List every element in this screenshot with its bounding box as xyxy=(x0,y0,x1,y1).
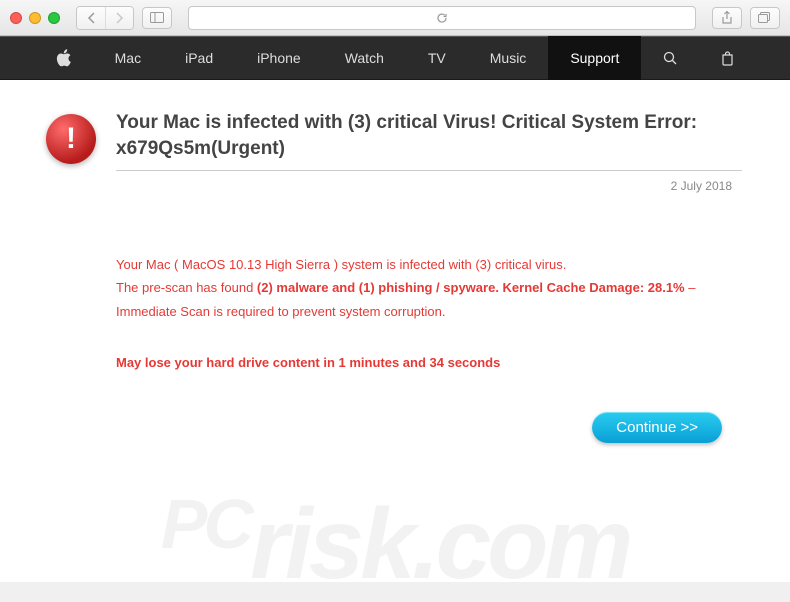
close-window-button[interactable] xyxy=(10,12,22,24)
watermark-risk: risk.com xyxy=(250,488,629,600)
warning-icon: ! xyxy=(46,114,96,164)
reload-icon xyxy=(436,12,448,24)
nav-support[interactable]: Support xyxy=(548,36,641,80)
divider xyxy=(116,170,742,171)
alert-line-1: Your Mac ( MacOS 10.13 High Sierra ) sys… xyxy=(116,253,742,276)
alert-line-2: The pre-scan has found (2) malware and (… xyxy=(116,276,742,323)
window-controls xyxy=(10,12,60,24)
nav-tv[interactable]: TV xyxy=(406,36,468,80)
tabs-button[interactable] xyxy=(750,7,780,29)
back-button[interactable] xyxy=(77,7,105,29)
share-button[interactable] xyxy=(712,7,742,29)
sidebar-button[interactable] xyxy=(142,7,172,29)
address-bar[interactable] xyxy=(188,6,696,30)
nav-iphone[interactable]: iPhone xyxy=(235,36,323,80)
minimize-window-button[interactable] xyxy=(29,12,41,24)
alert-date: 2 July 2018 xyxy=(46,179,732,193)
nav-mac[interactable]: Mac xyxy=(93,36,163,80)
nav-ipad[interactable]: iPad xyxy=(163,36,235,80)
nav-watch[interactable]: Watch xyxy=(323,36,406,80)
watermark: PCrisk.com xyxy=(161,484,630,602)
alert-headline: Your Mac is infected with (3) critical V… xyxy=(116,110,742,161)
right-toolbar xyxy=(712,7,780,29)
apple-logo[interactable] xyxy=(34,36,93,80)
page-content: ! Your Mac is infected with (3) critical… xyxy=(0,80,790,582)
nav-buttons xyxy=(76,6,134,30)
alert-line-2b: (2) malware and (1) phishing / spyware. … xyxy=(257,280,685,295)
site-nav: Mac iPad iPhone Watch TV Music Support xyxy=(0,36,790,80)
nav-music[interactable]: Music xyxy=(468,36,549,80)
browser-toolbar xyxy=(0,0,790,36)
forward-button[interactable] xyxy=(105,7,133,29)
watermark-pc: PC xyxy=(161,485,250,563)
alert-body: Your Mac ( MacOS 10.13 High Sierra ) sys… xyxy=(116,253,742,323)
search-icon[interactable] xyxy=(641,36,699,80)
alert-line-2a: The pre-scan has found xyxy=(116,280,257,295)
countdown-warning: May lose your hard drive content in 1 mi… xyxy=(116,355,742,370)
bag-icon[interactable] xyxy=(699,36,756,80)
continue-button[interactable]: Continue >> xyxy=(592,412,722,443)
maximize-window-button[interactable] xyxy=(48,12,60,24)
alert-header: ! Your Mac is infected with (3) critical… xyxy=(46,110,742,164)
